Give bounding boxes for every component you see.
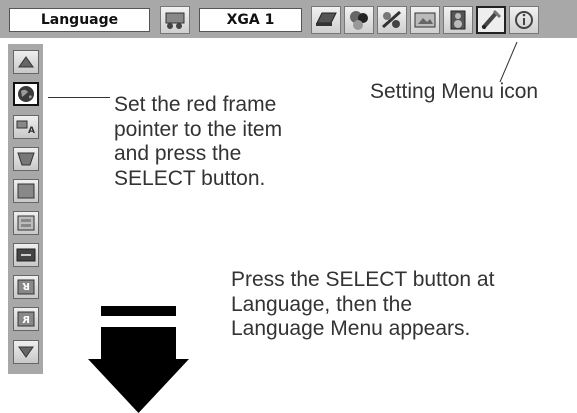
select-instruction-callout: Press the SELECT button at Language, the…	[231, 268, 495, 340]
image-select-icon[interactable]	[344, 6, 374, 34]
auto-setup-icon[interactable]: A	[13, 115, 39, 139]
logo-icon[interactable]	[13, 243, 39, 267]
svg-text:A: A	[28, 126, 35, 135]
sound-icon[interactable]	[443, 6, 473, 34]
computer-system-icon[interactable]	[311, 6, 341, 34]
menu-bar: Language XGA 1	[0, 0, 577, 38]
scroll-down-icon[interactable]	[13, 340, 39, 364]
pointer-leader-line	[48, 97, 110, 98]
image-adjust-icon[interactable]	[377, 6, 407, 34]
input-icon[interactable]	[160, 6, 190, 34]
keystone-icon[interactable]	[13, 147, 39, 171]
input-source-label: XGA 1	[199, 8, 302, 32]
setting-menu-sidebar: A R R	[8, 44, 43, 374]
screen-icon[interactable]	[410, 6, 440, 34]
setting-icon-leader-line	[499, 41, 518, 83]
svg-text:R: R	[22, 280, 30, 291]
display-icon[interactable]	[13, 211, 39, 235]
setting-menu-icon-callout: Setting Menu icon	[370, 80, 539, 103]
svg-text:R: R	[22, 315, 30, 326]
pointer-instruction-callout: Set the red frame pointer to the item an…	[114, 93, 283, 190]
language-icon[interactable]	[13, 82, 39, 106]
ceiling-icon[interactable]: R	[13, 275, 39, 299]
rear-icon[interactable]: R	[13, 307, 39, 331]
menu-title: Language	[9, 8, 150, 32]
background-icon[interactable]	[13, 179, 39, 203]
scroll-up-icon[interactable]	[13, 50, 39, 74]
information-icon[interactable]	[509, 6, 539, 34]
down-arrow-icon	[88, 306, 189, 413]
setting-icon[interactable]	[476, 6, 506, 34]
